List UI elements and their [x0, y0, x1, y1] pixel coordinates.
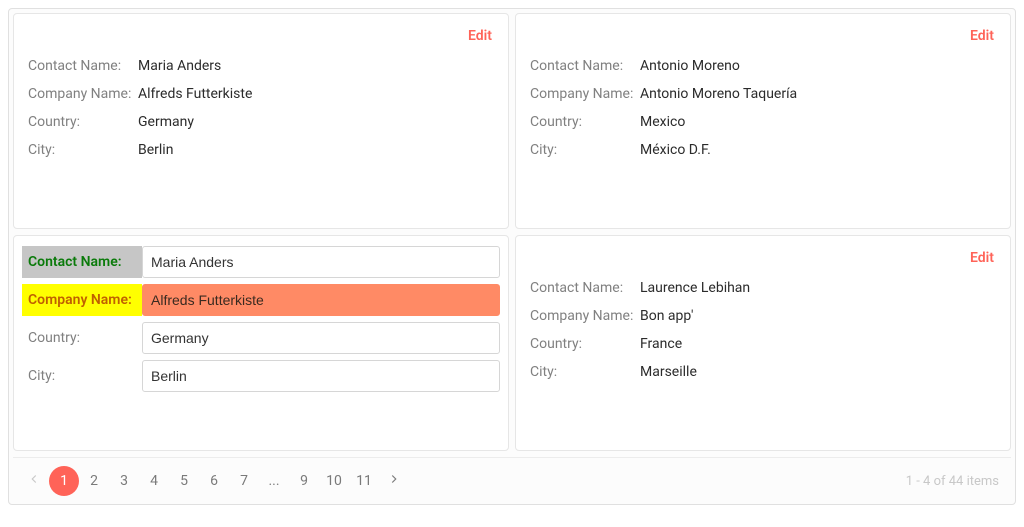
city-value: México D.F.: [640, 142, 996, 158]
contact-card: Edit Contact Name: Maria Anders Company …: [13, 13, 509, 229]
contact-name-label: Contact Name:: [530, 58, 640, 74]
page-number-button[interactable]: 10: [319, 466, 349, 496]
contact-name-value: Antonio Moreno: [640, 58, 996, 74]
field-row: Contact Name: Antonio Moreno: [530, 52, 996, 80]
field-row: City:: [22, 360, 500, 392]
field-row: City: México D.F.: [530, 136, 996, 164]
cards-container: Edit Contact Name: Maria Anders Company …: [13, 13, 1011, 451]
company-name-value: Alfreds Futterkiste: [138, 86, 494, 102]
edit-button[interactable]: Edit: [468, 28, 492, 44]
page-number-button[interactable]: 6: [199, 466, 229, 496]
country-label: Country:: [530, 336, 640, 352]
company-name-label: Company Name:: [530, 308, 640, 324]
page-number-button[interactable]: 4: [139, 466, 169, 496]
page-number-button[interactable]: 11: [349, 466, 379, 496]
field-row: Country:: [22, 322, 500, 354]
page-number-button[interactable]: 2: [79, 466, 109, 496]
page-number-button[interactable]: 1: [49, 466, 79, 496]
city-input[interactable]: [142, 360, 500, 392]
company-name-value: Bon app': [640, 308, 996, 324]
company-name-input[interactable]: [142, 284, 500, 316]
country-value: France: [640, 336, 996, 352]
pager-info: 1 - 4 of 44 items: [906, 474, 1005, 489]
contact-card-editing: Contact Name: Company Name: Country: Cit…: [13, 235, 509, 451]
country-value: Germany: [138, 114, 494, 130]
city-label: City:: [530, 364, 640, 380]
chevron-right-icon: [387, 472, 401, 490]
contact-name-label: Contact Name:: [530, 280, 640, 296]
field-row: Country: France: [530, 330, 996, 358]
city-value: Marseille: [640, 364, 996, 380]
pager: 1 2 3 4 5 6 7 ... 9 10 11 1 - 4 of 44 it…: [13, 457, 1011, 500]
city-label: City:: [22, 360, 142, 392]
contact-card: Edit Contact Name: Antonio Moreno Compan…: [515, 13, 1011, 229]
contact-name-input[interactable]: [142, 246, 500, 278]
field-row: City: Berlin: [28, 136, 494, 164]
field-row: City: Marseille: [530, 358, 996, 386]
contact-name-value: Maria Anders: [138, 58, 494, 74]
country-value: Mexico: [640, 114, 996, 130]
field-row: Contact Name:: [22, 246, 500, 278]
company-name-label: Company Name:: [530, 86, 640, 102]
field-row: Contact Name: Laurence Lebihan: [530, 274, 996, 302]
contact-name-value: Laurence Lebihan: [640, 280, 996, 296]
field-row: Country: Germany: [28, 108, 494, 136]
page-number-button[interactable]: 5: [169, 466, 199, 496]
edit-button[interactable]: Edit: [970, 250, 994, 266]
page-number-button[interactable]: 9: [289, 466, 319, 496]
company-name-label: Company Name:: [22, 284, 142, 316]
field-row: Company Name: Bon app': [530, 302, 996, 330]
field-row: Country: Mexico: [530, 108, 996, 136]
city-label: City:: [28, 142, 138, 158]
page-number-button[interactable]: 3: [109, 466, 139, 496]
page-number-button[interactable]: 7: [229, 466, 259, 496]
card-list-view: Edit Contact Name: Maria Anders Company …: [8, 8, 1016, 505]
country-label: Country:: [530, 114, 640, 130]
country-input[interactable]: [142, 322, 500, 354]
prev-page-button[interactable]: [19, 466, 49, 496]
contact-card: Edit Contact Name: Laurence Lebihan Comp…: [515, 235, 1011, 451]
field-row: Contact Name: Maria Anders: [28, 52, 494, 80]
company-name-label: Company Name:: [28, 86, 138, 102]
edit-button[interactable]: Edit: [970, 28, 994, 44]
city-value: Berlin: [138, 142, 494, 158]
contact-name-label: Contact Name:: [28, 58, 138, 74]
country-label: Country:: [22, 322, 142, 354]
country-label: Country:: [28, 114, 138, 130]
field-row: Company Name: Alfreds Futterkiste: [28, 80, 494, 108]
city-label: City:: [530, 142, 640, 158]
field-row: Company Name:: [22, 284, 500, 316]
field-row: Company Name: Antonio Moreno Taquería: [530, 80, 996, 108]
next-page-button[interactable]: [379, 466, 409, 496]
contact-name-label: Contact Name:: [22, 246, 142, 278]
page-ellipsis[interactable]: ...: [259, 466, 289, 496]
company-name-value: Antonio Moreno Taquería: [640, 86, 996, 102]
chevron-left-icon: [27, 472, 41, 490]
